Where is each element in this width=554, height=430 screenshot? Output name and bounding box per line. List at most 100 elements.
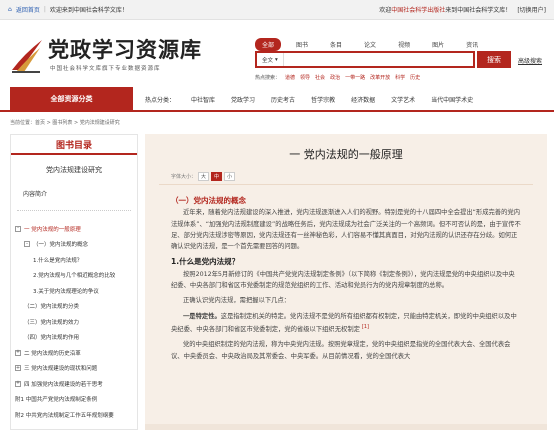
toc-item[interactable]: （二）党内法规的分类 [11, 301, 139, 312]
divider: | [43, 6, 46, 13]
toc-item[interactable]: - （一）党内法规的概念 [11, 239, 139, 250]
toc-item-label: 3.关于党内法规理论的争议 [33, 288, 99, 295]
search-tab-entries[interactable]: 条目 [323, 38, 349, 51]
toc-item-label: 二 党内法规的历史沿革 [24, 350, 81, 357]
article-body: （一）党内法规的概念 近年来，随着党内法规建设的深入推进，党内法规逐渐进入人们的… [171, 194, 521, 366]
paragraph-text: 这是指制定机关的特定。党内法规不是党的所有组织都有权制定，只能由特定机关，即党的… [171, 312, 517, 334]
hot-word[interactable]: 领导 [300, 74, 310, 81]
toc-item-label: 2.党内法规与几个相近概念的比较 [33, 273, 116, 279]
toc-item[interactable]: 1.什么是党内法规？ [11, 254, 139, 265]
toc-item[interactable]: + 三 党内法规建设的现状和问题 [11, 363, 139, 374]
search-tab-videos[interactable]: 视频 [391, 38, 417, 51]
search-tab-papers[interactable]: 论文 [357, 38, 383, 51]
expand-icon[interactable]: + [15, 365, 21, 371]
footnote-link[interactable]: [1] [362, 324, 369, 330]
paragraph: 按照2012年5月新修订的《中国共产党党内法规制定条例》（以下简称《制定条例》）… [171, 270, 515, 290]
top-bar: ⌂ 返回首页 | 欢迎来到中国社会科学文库！ 欢迎中国社会科学出版社来到中国社会… [0, 0, 554, 20]
hot-word[interactable]: 社会 [315, 74, 325, 81]
hot-word[interactable]: 改革开放 [370, 74, 390, 81]
hot-categories-label: 热点分类： [145, 96, 176, 104]
font-size-control: 字体大小： 大 中 小 [171, 172, 236, 181]
toc-item-label: （一）党内法规的概念 [33, 242, 89, 248]
top-bar-right: 欢迎中国社会科学出版社来到中国社会科学文库！ [切换用户] [379, 5, 546, 14]
toc-item[interactable]: 3.关于党内法规理论的争议 [11, 285, 139, 296]
toc-item[interactable]: + 二 党内法规的历史沿革 [11, 347, 139, 358]
toc-item[interactable]: + 四 加强党内法规建设的若干思考 [11, 378, 139, 389]
toc-item-label: （三）党内法规的效力 [24, 319, 80, 326]
scroll-edge [145, 424, 547, 430]
switch-user-link[interactable]: [切换用户] [517, 5, 546, 14]
toc-item-label: 三 党内法规建设的现状和问题 [24, 366, 98, 372]
nav-item[interactable]: 哲学宗教 [311, 95, 335, 104]
toc-list: -一 党内法规的一般原理 - （一）党内法规的概念 1.什么是党内法规？ 2.党内法规与… [11, 223, 139, 425]
divider [17, 210, 131, 211]
toc-item-label: 附1 中国共产党党内法规制定条例 [15, 397, 98, 403]
search-tab-all[interactable]: 全部 [255, 38, 282, 51]
hot-search-label: 热点搜索： [255, 75, 281, 81]
nav-item[interactable]: 历史考古 [271, 95, 295, 104]
section-title: （一）党内法规的概念 [171, 196, 246, 205]
hot-word[interactable]: 历史 [410, 74, 420, 81]
nav-item[interactable]: 当代中国学术史 [431, 95, 473, 104]
font-size-medium-button[interactable]: 中 [211, 172, 223, 181]
toc-item-label: 1.什么是党内法规？ [33, 257, 83, 264]
nav-item[interactable]: 党政学习 [231, 95, 255, 104]
expand-icon[interactable]: + [15, 380, 21, 387]
all-categories-button[interactable]: 全部资源分类 [10, 87, 133, 111]
logo-mark-icon [12, 40, 42, 73]
font-size-small-button[interactable]: 小 [224, 172, 236, 181]
search-tab-images[interactable]: 图片 [425, 38, 451, 51]
hot-categories: 热点分类： 中社智库 党政学习 历史考古 哲学宗教 经济数据 文学艺术 当代中国… [145, 95, 489, 104]
advanced-search-link[interactable]: 高级搜索 [518, 56, 542, 65]
nav-item[interactable]: 文学艺术 [391, 95, 415, 104]
site-logo[interactable]: 党政学习资源库 中国社会科学文库旗下专业数据资源库 [10, 30, 228, 80]
nav-item[interactable]: 中社智库 [191, 95, 215, 104]
search-input[interactable] [283, 56, 473, 63]
hot-word[interactable]: 一带一路 [345, 74, 365, 81]
search-tabs: 全部 图书 条目 论文 视频 图片 资讯 [255, 38, 493, 51]
emphasis: 一是特定性。 [183, 312, 221, 320]
logo-title: 党政学习资源库 [48, 37, 202, 62]
intro-link[interactable]: 内容简介 [23, 189, 137, 198]
nav-item[interactable]: 经济数据 [351, 95, 375, 104]
reading-pane: 一 党内法规的一般原理 字体大小： 大 中 小 （一）党内法规的概念 近年来，随… [145, 134, 547, 430]
welcome-text: 欢迎来到中国社会科学文库！ [49, 7, 128, 14]
toc-item-label: 四 加强党内法规建设的若干思考 [24, 381, 103, 388]
search-scope-select[interactable]: 全文 ▾ [257, 53, 284, 66]
search-tab-books[interactable]: 图书 [289, 38, 315, 51]
collapse-icon[interactable]: - [15, 225, 21, 232]
toc-item[interactable]: 附2 中共党内法规制定工作五年规划纲要 [11, 409, 139, 420]
search-box: 全文 ▾ [255, 51, 475, 68]
toc-item[interactable]: （三）党内法规的效力 [11, 316, 139, 327]
toc-item[interactable]: （四）党内法规的作用 [11, 332, 139, 343]
breadcrumb: 当前位置：首页 > 图书列表 > 党内法规建设研究 [10, 120, 120, 126]
collapse-icon[interactable]: - [24, 241, 30, 247]
top-bar-left: ⌂ 返回首页 | 欢迎来到中国社会科学文库！ [8, 5, 128, 14]
hot-word[interactable]: 政治 [330, 74, 340, 81]
toc-item-label: 一 党内法规的一般原理 [24, 226, 81, 233]
hot-search: 热点搜索： 道德 领导 社会 政治 一带一路 改革开放 科学 历史 [255, 74, 420, 81]
book-title[interactable]: 党内法规建设研究 [11, 165, 137, 175]
toc-item[interactable]: 附1 中国共产党党内法规制定条例 [11, 394, 139, 405]
font-size-large-button[interactable]: 大 [198, 172, 210, 181]
logo-subtitle: 中国社会科学文库旗下专业数据资源库 [50, 66, 161, 72]
hot-word[interactable]: 道德 [285, 74, 295, 81]
search-button[interactable]: 搜索 [477, 51, 511, 68]
chevron-down-icon: ▾ [275, 56, 278, 63]
toc-item-label: 附2 中共党内法规制定工作五年规划纲要 [15, 412, 114, 419]
back-home-link[interactable]: 返回首页 [16, 5, 40, 14]
toc-item-label: （四）党内法规的作用 [24, 335, 80, 341]
toc-item-label: （二）党内法规的分类 [24, 304, 80, 310]
toc-heading: 图书目录 [11, 135, 137, 155]
toc-item[interactable]: -一 党内法规的一般原理 [11, 223, 139, 234]
expand-icon[interactable]: + [15, 349, 21, 356]
chapter-title: 一 党内法规的一般原理 [289, 148, 403, 161]
search-tab-news[interactable]: 资讯 [459, 38, 485, 51]
welcome-user: 欢迎中国社会科学出版社来到中国社会科学文库！ [379, 5, 511, 14]
toc-item[interactable]: 2.党内法规与几个相近概念的比较 [11, 270, 139, 281]
header: 党政学习资源库 中国社会科学文库旗下专业数据资源库 全部 图书 条目 论文 视频… [0, 20, 554, 87]
divider [159, 184, 533, 185]
hot-word[interactable]: 科学 [395, 74, 405, 81]
welcome-org: 中国社会科学出版社 [391, 7, 446, 14]
home-icon[interactable]: ⌂ [8, 6, 12, 13]
